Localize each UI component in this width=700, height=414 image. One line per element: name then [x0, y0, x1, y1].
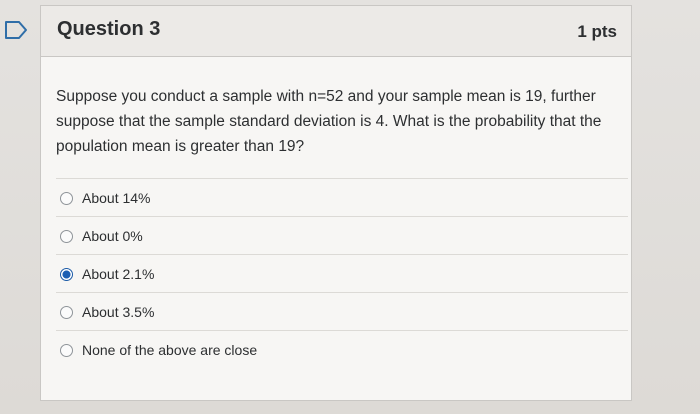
- flag-question-icon[interactable]: [4, 20, 28, 40]
- answer-label: About 2.1%: [82, 266, 155, 282]
- answer-option[interactable]: None of the above are close: [56, 330, 628, 368]
- radio-button[interactable]: [60, 306, 73, 319]
- screen: Question 3 1 pts Suppose you conduct a s…: [0, 0, 700, 414]
- question-header: Question 3 1 pts: [41, 6, 631, 57]
- radio-button-selected[interactable]: [60, 268, 73, 281]
- answer-option[interactable]: About 14%: [56, 178, 628, 216]
- answer-label: About 3.5%: [82, 304, 155, 320]
- answer-option[interactable]: About 3.5%: [56, 292, 628, 330]
- question-points: 1 pts: [577, 22, 617, 41]
- answer-option[interactable]: About 2.1%: [56, 254, 628, 292]
- radio-button[interactable]: [60, 344, 73, 357]
- answer-label: About 0%: [82, 228, 143, 244]
- answer-label: About 14%: [82, 190, 151, 206]
- answer-list: About 14% About 0% About 2.1% About 3.5%…: [56, 178, 628, 368]
- question-title: Question 3: [57, 18, 161, 40]
- answer-option[interactable]: About 0%: [56, 216, 628, 254]
- question-text: Suppose you conduct a sample with n=52 a…: [56, 88, 602, 155]
- radio-button[interactable]: [60, 192, 73, 205]
- answer-label: None of the above are close: [82, 342, 258, 358]
- radio-button[interactable]: [60, 230, 73, 243]
